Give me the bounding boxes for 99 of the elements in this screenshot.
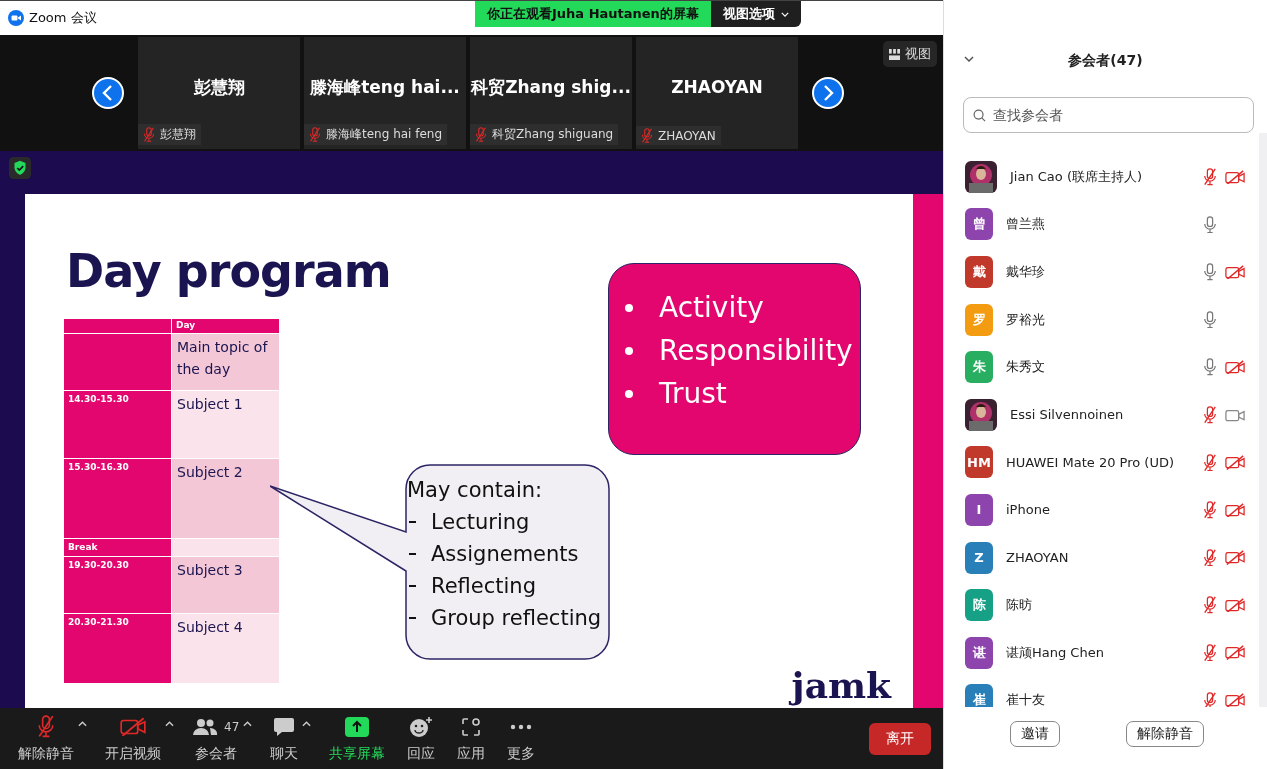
leave-button[interactable]: 离开 [869, 722, 931, 755]
tile-name: 滕海峰teng hai... [310, 75, 460, 99]
toolbar-button[interactable]: 聊天 [266, 712, 303, 765]
panel-button[interactable]: 解除静音 [1126, 721, 1204, 747]
table-cell: Main topic of the day [172, 334, 279, 390]
search-field[interactable]: 查找参会者 [963, 97, 1254, 133]
avatar-initials: 朱 [965, 351, 993, 384]
share-screen-icon [345, 716, 370, 737]
participant-name: 曾兰燕 [1006, 215, 1046, 234]
table-cell: 19.30-20.30 [64, 557, 171, 613]
list-item: Assignements [431, 541, 579, 568]
participant-name: 谌颃Hang Chen [1006, 643, 1105, 662]
view-options-button[interactable]: 视图选项 [710, 1, 801, 27]
avatar-initials: 崔 [965, 684, 993, 707]
participant-row[interactable]: 曾 曾兰燕 [944, 200, 1259, 249]
avatar-initials: 戴 [965, 256, 993, 288]
bullet-dot [625, 303, 633, 312]
participant-name: 滕海峰teng hai feng [326, 126, 443, 143]
avatar-initials: I [965, 493, 993, 526]
participant-name: 罗裕光 [1006, 310, 1046, 329]
sharing-banner: 你正在观看Juha Hautanen的屏幕 [475, 1, 711, 27]
participant-name: ZHAOYAN [658, 128, 716, 143]
avatar-initials: Z [965, 541, 993, 574]
collapse-caret-icon [964, 56, 974, 62]
table-header-cell: Day [172, 319, 279, 333]
shield-check-icon [9, 157, 31, 179]
video-off-icon [120, 717, 146, 736]
participant-name: ZHAOYAN [1006, 550, 1070, 566]
apps-icon [461, 716, 482, 737]
participant-row[interactable]: 朱 朱秀文 [944, 343, 1259, 391]
value-text: Trust [659, 377, 727, 410]
participant-row[interactable]: Jian Cao (联席主持人) [944, 153, 1259, 201]
toolbar-button[interactable]: 开启视频 [101, 712, 165, 765]
participant-name: 陈昉 [1006, 596, 1033, 615]
toolbar-button[interactable]: 回应 [403, 712, 440, 765]
tile-name: ZHAOYAN [671, 77, 763, 97]
caret-icon [780, 11, 789, 17]
table-cell: Subject 1 [172, 391, 279, 458]
avatar-initials: 曾 [965, 208, 993, 241]
participant-row[interactable]: Essi Silvennoinen [944, 390, 1259, 439]
dash-mark [409, 553, 416, 555]
bullet-dot [625, 346, 633, 355]
avatar-initials: 陈 [965, 589, 993, 622]
participant-name: 朱秀文 [1006, 358, 1046, 377]
toolbar-button[interactable]: 解除静音 [14, 712, 78, 765]
panel-button[interactable]: 邀请 [1010, 721, 1060, 747]
grid-icon [889, 48, 900, 60]
dash-mark [409, 585, 416, 587]
participant-name: Jian Cao (联席主持人) [1010, 167, 1144, 186]
slide-title: Day program [66, 244, 391, 298]
list-item: Reflecting [431, 573, 536, 600]
tile-name: 科贸Zhang shig... [471, 75, 631, 99]
tile-name: 彭慧翔 [193, 75, 245, 99]
table-cell: 20.30-21.30 [64, 614, 171, 683]
table-cell: 14.30-15.30 [64, 391, 171, 458]
participant-row[interactable]: HM HUAWEI Mate 20 Pro (UD) [944, 438, 1259, 487]
dash-mark [409, 617, 416, 619]
toolbar-button[interactable]: 应用 [453, 712, 490, 765]
table-cell: Break [64, 539, 171, 556]
table-cell: Subject 3 [172, 557, 279, 613]
participant-row[interactable]: 谌 谌颃Hang Chen [944, 628, 1259, 677]
callout-heading: May contain: [407, 477, 544, 504]
participant-name: iPhone [1006, 502, 1051, 518]
people-icon [192, 717, 218, 736]
participant-row[interactable]: 戴 戴华珍 [944, 248, 1259, 296]
bullet-dot [625, 389, 633, 398]
panel-title: 参会者(47) [1068, 52, 1143, 70]
table-cell: Subject 2 [172, 459, 279, 538]
toolbar-button[interactable]: 更多 [503, 712, 540, 765]
dash-mark [409, 521, 416, 523]
participant-row[interactable]: 陈 陈昉 [944, 581, 1259, 629]
chat-bubble-icon [273, 716, 296, 737]
value-text: Responsibility [659, 334, 853, 367]
list-item: Group reflecting [431, 605, 602, 632]
participant-row[interactable]: I iPhone [944, 486, 1259, 534]
participant-name: 彭慧翔 [160, 126, 196, 143]
toolbar-button[interactable]: 共享屏幕 [325, 712, 390, 765]
avatar-initials: 谌 [965, 636, 993, 669]
muted-mic-icon [37, 715, 55, 738]
participant-row[interactable]: Z ZHAOYAN [944, 533, 1259, 582]
table-cell: 15.30-16.30 [64, 459, 171, 538]
table-cell: Subject 4 [172, 614, 279, 683]
value-text: Activity [659, 291, 764, 324]
participant-name: Essi Silvennoinen [1010, 407, 1125, 423]
more-dots-icon [510, 723, 533, 730]
list-item: Lecturing [431, 509, 530, 536]
avatar-initials: 罗 [965, 303, 993, 336]
toolbar-button[interactable]: 47 参会者 [188, 712, 244, 765]
participant-name: 戴华珍 [1006, 263, 1046, 281]
app-logo-icon [8, 10, 24, 26]
smiley-plus-icon [409, 715, 434, 738]
participant-row[interactable]: 崔 崔十友 [944, 676, 1259, 707]
participant-name: 科贸Zhang shiguang [492, 126, 614, 143]
avatar-initials: HM [965, 446, 993, 479]
participant-name: 崔十友 [1006, 691, 1046, 707]
participant-row[interactable]: 罗 罗裕光 [944, 295, 1259, 344]
view-button[interactable]: 视图 [883, 41, 937, 67]
participant-name: HUAWEI Mate 20 Pro (UD) [1006, 454, 1176, 470]
window-title: Zoom 会议 [29, 9, 97, 27]
